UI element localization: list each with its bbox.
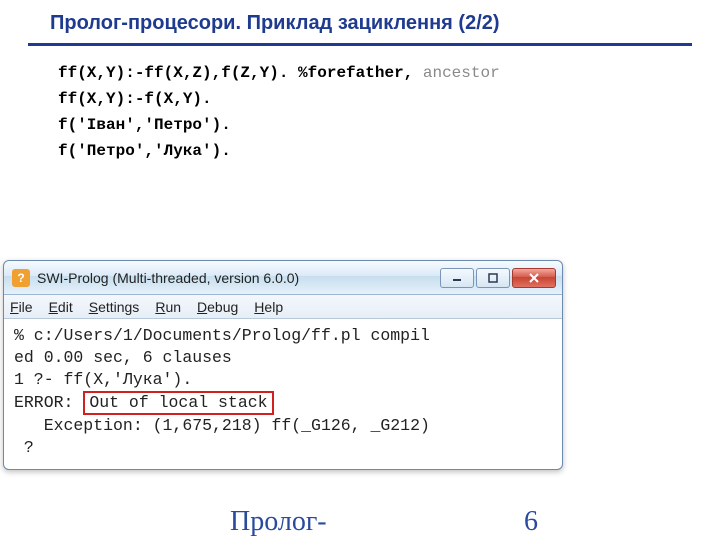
menu-underline: E [49,299,58,315]
menu-settings[interactable]: Settings [89,299,140,315]
code-line: f('Іван','Петро'). [58,112,720,138]
menubar: File Edit Settings Run Debug Help [4,295,562,319]
code-line: f('Петро','Лука'). [58,138,720,164]
close-icon [527,273,541,283]
menu-text: dit [58,299,73,315]
console-error-label: ERROR: [14,393,83,412]
window-title: SWI-Prolog (Multi-threaded, version 6.0.… [37,270,299,286]
console-line: Exception: (1,675,218) ff(_G126, _G212) [14,416,430,435]
app-icon [12,269,30,287]
menu-underline: H [254,299,264,315]
code-text: f('Іван','Петро'). [58,116,231,134]
code-spacer [288,64,298,82]
page-number: 6 [524,506,538,538]
menu-help[interactable]: Help [254,299,283,315]
title-rule [28,43,692,46]
code-text: ff(X,Y):-ff(X,Z),f(Z,Y). [58,64,288,82]
console-line: 1 ?- ff(X,'Лука'). [14,370,192,389]
menu-underline: S [89,299,98,315]
prolog-code: ff(X,Y):-ff(X,Z),f(Z,Y). %forefather, an… [0,60,720,164]
menu-text: ettings [98,299,139,315]
code-text: ff(X,Y):-f(X,Y). [58,90,212,108]
console-output: % c:/Users/1/Documents/Prolog/ff.pl comp… [4,319,562,469]
minimize-button[interactable] [440,268,474,288]
minimize-icon [451,273,463,283]
menu-text: ebug [207,299,238,315]
console-line: % c:/Users/1/Documents/Prolog/ff.pl comp… [14,326,430,345]
menu-text: elp [264,299,283,315]
footer-text: Пролог- [230,506,327,538]
menu-underline: D [197,299,207,315]
code-text: f('Петро','Лука'). [58,142,231,160]
menu-underline: F [10,299,19,315]
menu-run[interactable]: Run [155,299,181,315]
close-button[interactable] [512,268,556,288]
window-titlebar[interactable]: SWI-Prolog (Multi-threaded, version 6.0.… [4,261,562,295]
code-comment: %forefather, [298,64,413,82]
menu-text: un [165,299,181,315]
menu-text: ile [19,299,33,315]
console-line: ? [14,438,34,457]
maximize-button[interactable] [476,268,510,288]
window-buttons [440,268,556,288]
menu-underline: R [155,299,165,315]
code-line: ff(X,Y):-ff(X,Z),f(Z,Y). %forefather, an… [58,60,720,86]
swi-prolog-window: SWI-Prolog (Multi-threaded, version 6.0.… [3,260,563,470]
slide-title: Пролог-процесори. Приклад зациклення (2/… [0,0,720,41]
menu-debug[interactable]: Debug [197,299,238,315]
code-comment-dim: ancestor [413,64,499,82]
menu-file[interactable]: File [10,299,33,315]
console-line: ed 0.00 sec, 6 clauses [14,348,232,367]
maximize-icon [487,273,499,283]
menu-edit[interactable]: Edit [49,299,73,315]
code-line: ff(X,Y):-f(X,Y). [58,86,720,112]
error-highlight: Out of local stack [83,391,273,415]
